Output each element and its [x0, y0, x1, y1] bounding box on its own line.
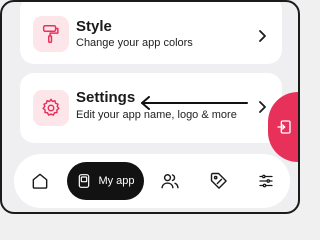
- paint-roller-icon: [33, 16, 69, 52]
- menu-icon: [259, 174, 273, 188]
- settings-title: Settings: [76, 89, 136, 106]
- phone-icon: [79, 174, 90, 188]
- nav-my-app-label: My app: [98, 175, 135, 187]
- chevron-right-icon: [259, 101, 266, 113]
- nav-more[interactable]: [251, 166, 281, 196]
- style-card[interactable]: Style Change your app colors: [20, 2, 282, 64]
- style-subtitle: Change your app colors: [76, 37, 193, 49]
- app-frame: Style Change your app colors Settings Ed…: [0, 0, 300, 214]
- users-icon: [161, 174, 179, 189]
- tag-icon: [210, 172, 227, 189]
- exit-icon: [277, 120, 291, 134]
- nav-my-app[interactable]: My app: [67, 162, 144, 200]
- annotation-arrow: [141, 96, 248, 110]
- settings-subtitle: Edit your app name, logo & more: [76, 109, 237, 121]
- nav-offers[interactable]: [204, 166, 234, 196]
- bottom-nav: My app: [14, 154, 290, 208]
- chevron-right-icon: [259, 30, 266, 42]
- home-icon: [32, 173, 48, 189]
- nav-home[interactable]: [25, 166, 55, 196]
- gear-icon: [33, 90, 69, 126]
- style-title: Style: [76, 18, 112, 35]
- nav-users[interactable]: [155, 166, 185, 196]
